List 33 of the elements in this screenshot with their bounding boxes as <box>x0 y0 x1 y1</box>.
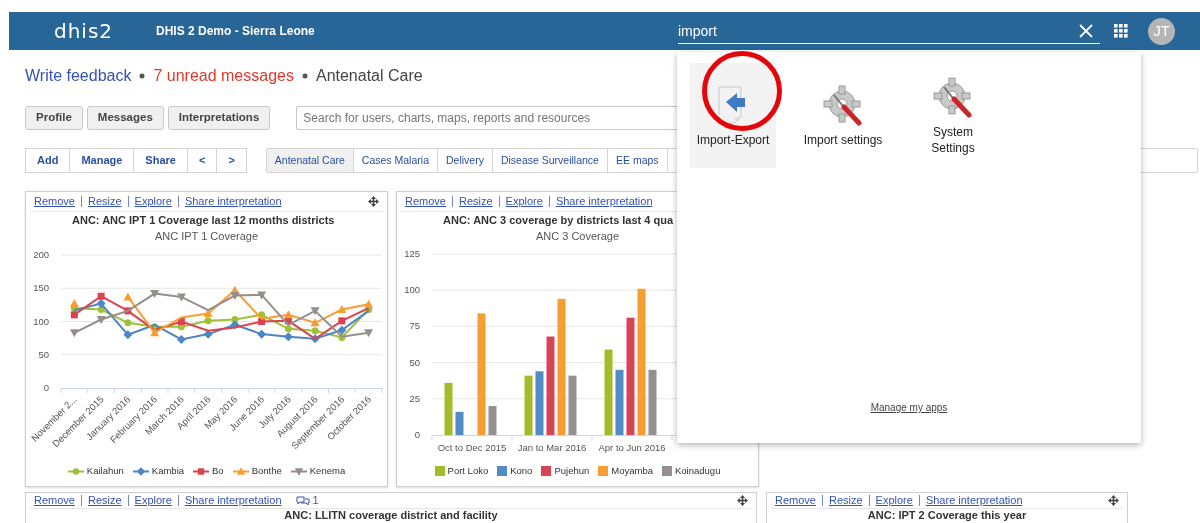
axis-label: 0 <box>414 429 420 440</box>
axis-label: 25 <box>409 392 420 404</box>
chart-subtitle: ANC 3 Coverage <box>534 229 621 244</box>
legend-label: Kono <box>510 463 533 478</box>
axis-label: 75 <box>409 320 420 332</box>
legend-label: Kailahun <box>86 463 124 478</box>
dashboard-name: Antenatal Care <box>315 66 423 86</box>
instance-name: DHIS 2 Demo - Sierra Leone <box>156 23 316 40</box>
chart-title: ANC: ANC 3 coverage by districts last 4 qua <box>442 213 675 228</box>
axis-label: 100 <box>404 284 420 296</box>
legend-label: Pujehun <box>554 463 590 478</box>
chart-title: ANC: LLITN coverage district and facility <box>283 509 499 521</box>
interpretation-count: 1 <box>312 493 319 509</box>
legend-label: Kenema <box>309 463 346 478</box>
axis-label: Apr to Jun 2016 <box>598 442 666 453</box>
axis-label: 50 <box>409 356 420 368</box>
legend-label: Bo <box>212 463 224 478</box>
chart-title: ANC: IPT 2 Coverage this year <box>866 509 1028 521</box>
legend-label: Port Loko <box>447 463 489 478</box>
chart-subtitle: ANC IPT 1 Coverage <box>153 229 260 244</box>
axis-label: 100 <box>33 315 49 327</box>
axis-label: 200 <box>33 249 49 260</box>
axis-label: Oct to Dec 2015 <box>437 442 507 453</box>
axis-label: 0 <box>43 382 49 393</box>
legend-label: Bonthe <box>251 463 282 478</box>
legend-label: Koinadugu <box>675 463 721 478</box>
axis-label: Jan to Mar 2016 <box>517 442 587 453</box>
chart-title: ANC: ANC IPT 1 Coverage last 12 months districts <box>71 213 336 228</box>
axis-label: 150 <box>33 282 49 294</box>
axis-label: 50 <box>38 348 49 360</box>
axis-label: 125 <box>404 248 420 259</box>
legend-label: Moyamba <box>611 463 653 478</box>
legend-label: Kambia <box>151 463 185 478</box>
